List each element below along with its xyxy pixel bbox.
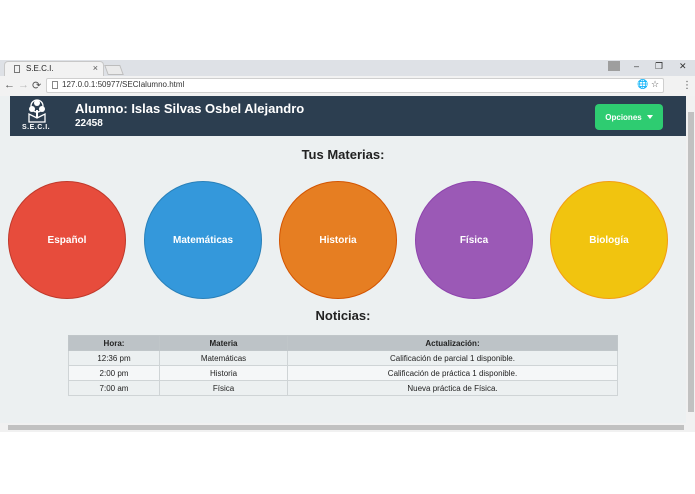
col-header-update: Actualización: (287, 335, 618, 351)
browser-window: S.E.C.I. × – ❐ ✕ ← → ⟳ 127.0.0.1:50977/S… (0, 60, 695, 432)
cell-update: Calificación de práctica 1 disponible. (287, 365, 618, 381)
col-header-subject: Materia (159, 335, 288, 351)
table-row: 2:00 pm Historia Calificación de práctic… (68, 365, 618, 381)
browser-toolbar: ← → ⟳ 127.0.0.1:50977/SECIalumno.html 🌐 … (0, 76, 695, 97)
options-button[interactable]: Opciones (595, 104, 663, 130)
subject-biologia[interactable]: Biología (550, 181, 668, 299)
tab-title: S.E.C.I. (26, 64, 54, 73)
cell-update: Calificación de parcial 1 disponible. (287, 350, 618, 366)
student-id: 22458 (75, 118, 103, 129)
options-label: Opciones (605, 112, 642, 122)
page-viewport: S.E.C.I. Alumno: Islas Silvas Osbel Alej… (0, 96, 686, 423)
browser-tab[interactable]: S.E.C.I. × (4, 61, 104, 76)
student-name: Alumno: Islas Silvas Osbel Alejandro (75, 101, 305, 116)
logo-text: S.E.C.I. (22, 124, 51, 131)
page-icon (14, 65, 20, 73)
profile-icon[interactable] (608, 61, 620, 71)
minimize-button[interactable]: – (634, 61, 639, 71)
cell-time: 7:00 am (68, 380, 160, 396)
news-table: Hora: Materia Actualización: 12:36 pm Ma… (68, 335, 618, 396)
cell-update: Nueva práctica de Física. (287, 380, 618, 396)
caret-down-icon (646, 115, 653, 120)
tab-strip: S.E.C.I. × – ❐ ✕ (0, 60, 695, 76)
table-header-row: Hora: Materia Actualización: (68, 335, 618, 351)
subject-historia[interactable]: Historia (279, 181, 397, 299)
table-row: 12:36 pm Matemáticas Calificación de par… (68, 350, 618, 366)
col-header-time: Hora: (68, 335, 160, 351)
url-text: 127.0.0.1:50977/SECIalumno.html (62, 80, 185, 89)
cell-time: 2:00 pm (68, 365, 160, 381)
new-tab-button[interactable] (104, 65, 124, 75)
address-bar[interactable]: 127.0.0.1:50977/SECIalumno.html 🌐 ☆ (46, 78, 664, 93)
close-tab-icon[interactable]: × (93, 63, 98, 73)
vertical-scroll-thumb[interactable] (688, 112, 694, 412)
news-title: Noticias: (315, 308, 371, 323)
subjects-title: Tus Materias: (301, 147, 385, 162)
page-info-icon[interactable] (52, 81, 58, 89)
cell-subject: Historia (159, 365, 288, 381)
forward-button[interactable]: → (18, 79, 29, 91)
table-row: 7:00 am Física Nueva práctica de Física. (68, 380, 618, 396)
top-navbar: S.E.C.I. Alumno: Islas Silvas Osbel Alej… (10, 96, 686, 136)
bookmark-star-icon[interactable]: ☆ (651, 79, 659, 90)
close-window-button[interactable]: ✕ (679, 61, 687, 72)
translate-icon[interactable]: 🌐 (637, 79, 648, 90)
subject-matematicas[interactable]: Matemáticas (144, 181, 262, 299)
reload-button[interactable]: ⟳ (32, 79, 41, 92)
restore-button[interactable]: ❐ (655, 61, 663, 72)
cell-time: 12:36 pm (68, 350, 160, 366)
subject-espanol[interactable]: Español (8, 181, 126, 299)
cell-subject: Física (159, 380, 288, 396)
back-button[interactable]: ← (4, 79, 15, 91)
cell-subject: Matemáticas (159, 350, 288, 366)
subject-fisica[interactable]: Física (415, 181, 533, 299)
horizontal-scroll-thumb[interactable] (8, 425, 684, 430)
browser-menu-icon[interactable]: ⋮ (682, 80, 692, 91)
